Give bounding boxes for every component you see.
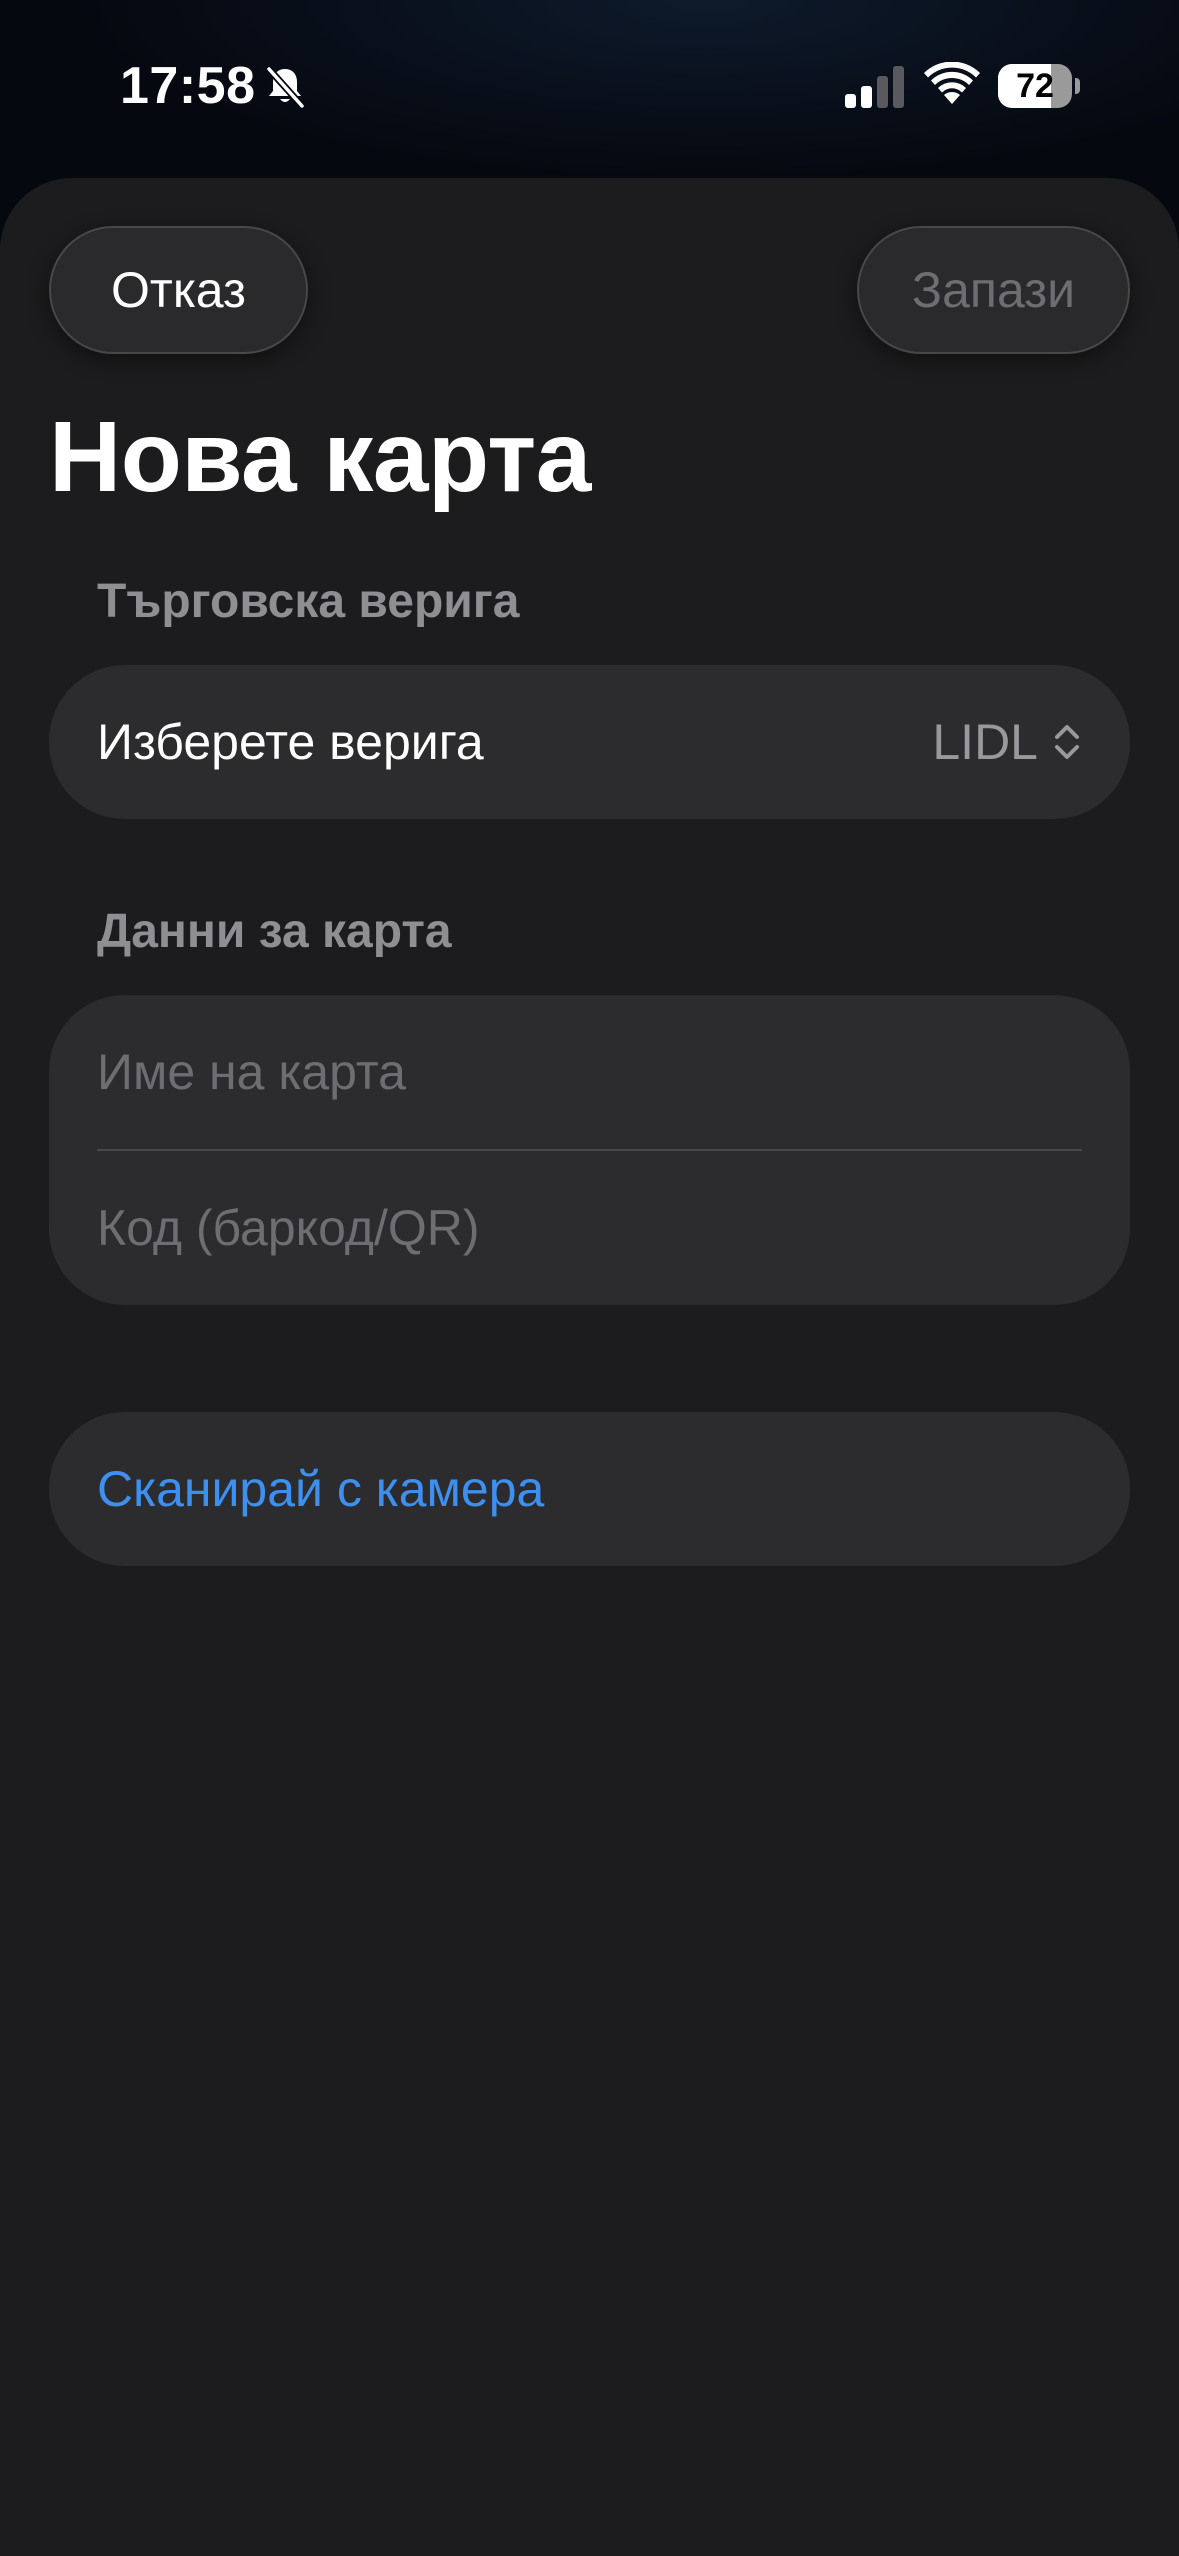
chain-picker-value: LIDL bbox=[932, 714, 1038, 770]
battery-level: 72 bbox=[1016, 67, 1054, 105]
signal-bar bbox=[877, 76, 888, 108]
card-name-field[interactable] bbox=[97, 995, 1082, 1149]
signal-bar bbox=[845, 94, 856, 108]
chain-picker[interactable]: Изберете верига LIDL bbox=[97, 665, 1082, 819]
status-time: 17:58 bbox=[120, 57, 256, 115]
card-code-input[interactable] bbox=[97, 1199, 1082, 1257]
battery-cap bbox=[1075, 78, 1080, 94]
cancel-button[interactable]: Отказ bbox=[49, 226, 308, 354]
cellular-signal-icon bbox=[845, 66, 904, 108]
card-code-field[interactable] bbox=[97, 1151, 1082, 1305]
card-name-input[interactable] bbox=[97, 1043, 1082, 1101]
bell-slash-icon bbox=[265, 65, 306, 110]
signal-bar bbox=[861, 86, 872, 108]
card-data-group bbox=[49, 995, 1130, 1305]
new-card-sheet: Отказ Запази Нова карта Търговска верига… bbox=[0, 178, 1179, 2556]
chain-section-header: Търговска верига bbox=[97, 575, 520, 628]
battery-body: 72 bbox=[998, 64, 1072, 108]
card-section-header: Данни за карта bbox=[97, 905, 452, 958]
scan-camera-button[interactable]: Сканирай с камера bbox=[97, 1412, 1082, 1566]
screen: 17:58 72 Отказ Запази Нова карта Търговс… bbox=[0, 0, 1179, 2556]
wifi-icon bbox=[924, 62, 980, 104]
page-title: Нова карта bbox=[49, 401, 591, 513]
save-button[interactable]: Запази bbox=[857, 226, 1130, 354]
status-bar: 17:58 72 bbox=[0, 0, 1179, 175]
scan-group: Сканирай с камера bbox=[49, 1412, 1130, 1566]
signal-bar bbox=[893, 66, 904, 108]
chain-picker-label: Изберете верига bbox=[97, 714, 484, 770]
chevron-up-down-icon bbox=[1055, 725, 1079, 759]
battery-icon: 72 bbox=[998, 64, 1080, 108]
chain-group: Изберете верига LIDL bbox=[49, 665, 1130, 819]
scan-camera-label: Сканирай с камера bbox=[97, 1461, 545, 1517]
